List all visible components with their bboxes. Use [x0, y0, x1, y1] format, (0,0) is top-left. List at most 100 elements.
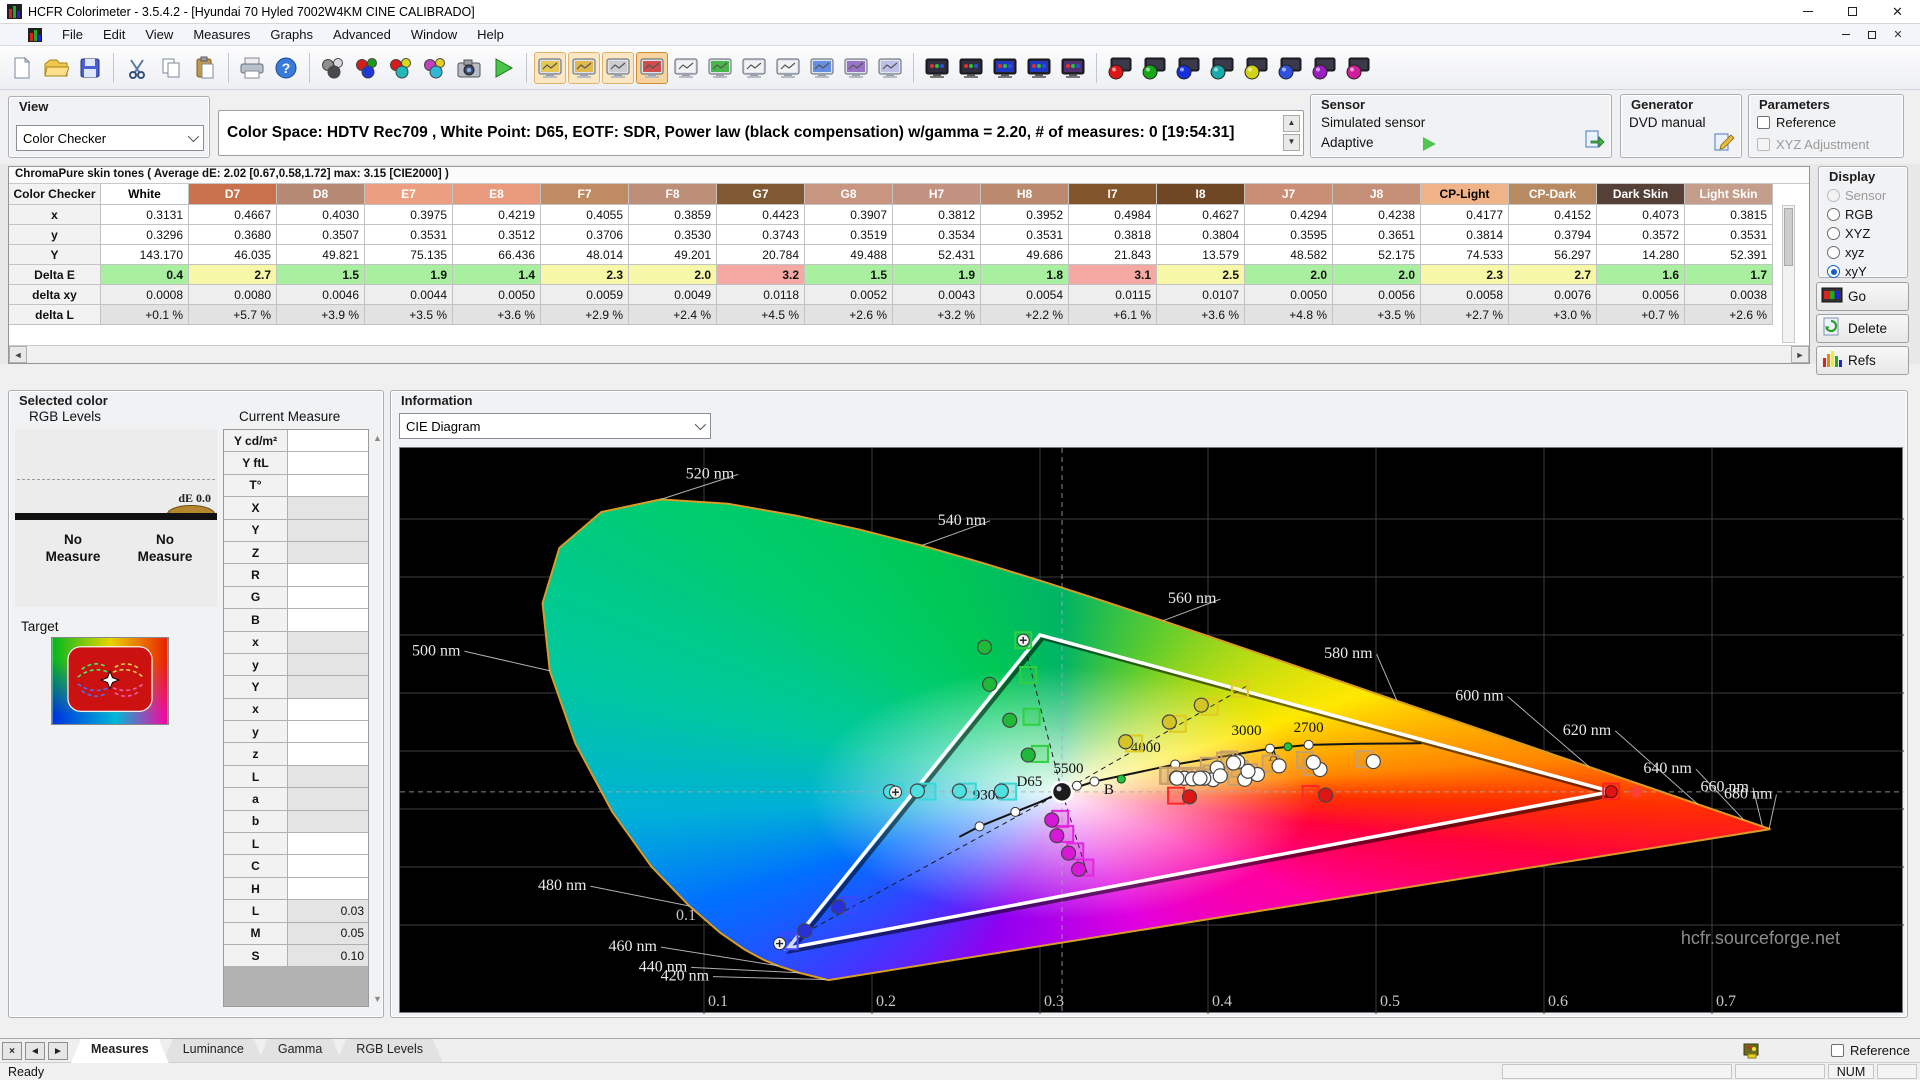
cell-Light-Skin-delta-L[interactable]: +2.6 %: [1685, 305, 1773, 325]
cell-H7-Delta-E[interactable]: 1.9: [893, 265, 981, 285]
view-free-measure-button[interactable]: [738, 52, 770, 84]
cell-H8-Delta-E[interactable]: 1.8: [981, 265, 1069, 285]
cell-H7-x[interactable]: 0.3812: [893, 205, 981, 225]
menu-item-edit[interactable]: Edit: [93, 25, 135, 44]
cell-Dark-Skin-Y[interactable]: 14.280: [1597, 245, 1685, 265]
cell-D7-Y[interactable]: 46.035: [189, 245, 277, 265]
generator-config-icon[interactable]: [1713, 131, 1735, 153]
run-measures-button[interactable]: [487, 52, 519, 84]
measure-magenta2-button[interactable]: [1342, 52, 1374, 84]
cell-CP-Dark-x[interactable]: 0.4152: [1509, 205, 1597, 225]
cell-D7-y[interactable]: 0.3680: [189, 225, 277, 245]
cell-G7-Y[interactable]: 20.784: [717, 245, 805, 265]
cell-G8-Delta-E[interactable]: 1.5: [805, 265, 893, 285]
tab-measures[interactable]: Measures: [71, 1039, 169, 1063]
measure-display-nearblack-button[interactable]: [955, 52, 987, 84]
measure-yellow-button[interactable]: [1240, 52, 1272, 84]
radio-icon[interactable]: [1827, 208, 1840, 221]
cell-White-y[interactable]: 0.3296: [101, 225, 189, 245]
menu-item-view[interactable]: View: [135, 25, 183, 44]
help-button[interactable]: ?: [270, 52, 302, 84]
column-header-E8[interactable]: E8: [453, 184, 541, 205]
cell-G7-y[interactable]: 0.3743: [717, 225, 805, 245]
print-button[interactable]: [236, 52, 268, 84]
cell-CP-Dark-Delta-E[interactable]: 2.7: [1509, 265, 1597, 285]
tab-luminance[interactable]: Luminance: [163, 1039, 264, 1063]
cell-J8-delta-L[interactable]: +3.5 %: [1333, 305, 1421, 325]
cell-G7-delta-L[interactable]: +4.5 %: [717, 305, 805, 325]
display-option-xyz[interactable]: xyz: [1827, 244, 1907, 261]
cell-D8-y[interactable]: 0.3507: [277, 225, 365, 245]
tab-rgb-levels[interactable]: RGB Levels: [336, 1039, 443, 1063]
cell-H8-x[interactable]: 0.3952: [981, 205, 1069, 225]
cell-G8-Y[interactable]: 49.488: [805, 245, 893, 265]
cell-J8-y[interactable]: 0.3651: [1333, 225, 1421, 245]
maximize-button[interactable]: [1830, 0, 1875, 24]
cell-I8-delta-L[interactable]: +3.6 %: [1157, 305, 1245, 325]
measure-red-button[interactable]: [1104, 52, 1136, 84]
display-option-xyy[interactable]: xyY: [1827, 263, 1907, 280]
view-run-button[interactable]: [704, 52, 736, 84]
reference-checkbox[interactable]: [1831, 1044, 1844, 1057]
cell-F8-Y[interactable]: 49.201: [629, 245, 717, 265]
go-button[interactable]: Go: [1816, 282, 1909, 311]
cell-E8-Delta-E[interactable]: 1.4: [453, 265, 541, 285]
copy-button[interactable]: [155, 52, 187, 84]
measure-grayscale-button[interactable]: [317, 52, 349, 84]
measure-blue-button[interactable]: [1172, 52, 1204, 84]
cell-D8-delta-L[interactable]: +3.9 %: [277, 305, 365, 325]
tab-close-button[interactable]: ×: [2, 1042, 22, 1060]
cell-D8-delta-xy[interactable]: 0.0046: [277, 285, 365, 305]
scroll-right-icon[interactable]: ►: [1791, 346, 1809, 363]
cell-G8-delta-xy[interactable]: 0.0052: [805, 285, 893, 305]
cell-CP-Light-delta-xy[interactable]: 0.0058: [1421, 285, 1509, 305]
radio-icon[interactable]: [1827, 227, 1840, 240]
cell-White-Y[interactable]: 143.170: [101, 245, 189, 265]
cell-G8-delta-L[interactable]: +2.6 %: [805, 305, 893, 325]
measure-display-primaries-button[interactable]: [989, 52, 1021, 84]
column-header-H7[interactable]: H7: [893, 184, 981, 205]
view-nearblack-button[interactable]: [602, 52, 634, 84]
mdi-restore-button[interactable]: [1864, 28, 1880, 42]
column-header-J7[interactable]: J7: [1245, 184, 1333, 205]
cell-I7-delta-xy[interactable]: 0.0115: [1069, 285, 1157, 305]
cell-G7-x[interactable]: 0.4423: [717, 205, 805, 225]
cell-CP-Dark-y[interactable]: 0.3794: [1509, 225, 1597, 245]
cell-White-delta-xy[interactable]: 0.0008: [101, 285, 189, 305]
view-rgb-levels-button[interactable]: [636, 52, 668, 84]
scroll-up-icon[interactable]: ▲: [371, 431, 384, 444]
display-option-xyz[interactable]: XYZ: [1827, 225, 1907, 242]
cell-E7-y[interactable]: 0.3531: [365, 225, 453, 245]
current-measure-scrollbar[interactable]: ▲ ▼: [371, 429, 384, 1007]
cell-J8-delta-xy[interactable]: 0.0056: [1333, 285, 1421, 305]
measure-display-secondaries-button[interactable]: [1023, 52, 1055, 84]
cut-button[interactable]: [121, 52, 153, 84]
measure-green-button[interactable]: [1138, 52, 1170, 84]
delete-button[interactable]: Delete: [1816, 314, 1909, 343]
cell-Light-Skin-Delta-E[interactable]: 1.7: [1685, 265, 1773, 285]
new-file-button[interactable]: [6, 52, 38, 84]
cell-H7-delta-L[interactable]: +3.2 %: [893, 305, 981, 325]
cell-CP-Light-Delta-E[interactable]: 2.3: [1421, 265, 1509, 285]
cell-E7-delta-xy[interactable]: 0.0044: [365, 285, 453, 305]
cell-J7-y[interactable]: 0.3595: [1245, 225, 1333, 245]
cell-Light-Skin-y[interactable]: 0.3531: [1685, 225, 1773, 245]
cell-CP-Light-y[interactable]: 0.3814: [1421, 225, 1509, 245]
column-header-CP-Dark[interactable]: CP-Dark: [1509, 184, 1597, 205]
view-gamma-button[interactable]: [568, 52, 600, 84]
cell-E7-delta-L[interactable]: +3.5 %: [365, 305, 453, 325]
cell-D8-Delta-E[interactable]: 1.5: [277, 265, 365, 285]
cell-CP-Dark-Y[interactable]: 56.297: [1509, 245, 1597, 265]
column-header-White[interactable]: White: [101, 184, 189, 205]
cell-Light-Skin-x[interactable]: 0.3815: [1685, 205, 1773, 225]
measure-primaries-button[interactable]: [351, 52, 383, 84]
measure-secondaries-button[interactable]: [385, 52, 417, 84]
cell-F7-Delta-E[interactable]: 2.3: [541, 265, 629, 285]
tab-gamma[interactable]: Gamma: [258, 1039, 342, 1063]
cell-H8-y[interactable]: 0.3531: [981, 225, 1069, 245]
cell-CP-Dark-delta-L[interactable]: +3.0 %: [1509, 305, 1597, 325]
cell-CP-Light-Y[interactable]: 74.533: [1421, 245, 1509, 265]
cell-F8-y[interactable]: 0.3530: [629, 225, 717, 245]
measures-vscrollbar[interactable]: [1782, 205, 1795, 343]
cell-G7-Delta-E[interactable]: 3.2: [717, 265, 805, 285]
